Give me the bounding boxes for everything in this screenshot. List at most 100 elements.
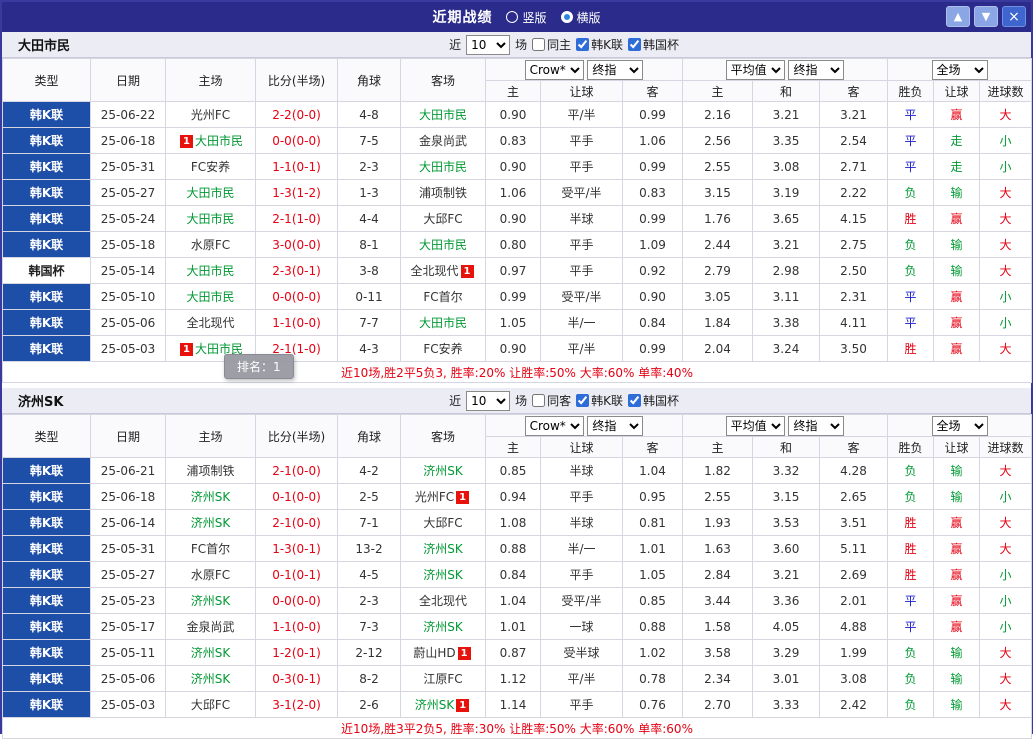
avg-away-cell: 2.54	[819, 127, 889, 154]
goals-cell: 小	[979, 613, 1033, 640]
league-cell: 韩K联	[2, 483, 91, 510]
avg-draw-cell: 3.24	[752, 335, 821, 362]
odds-provider-select[interactable]: Crow*	[524, 59, 584, 80]
avg-header-cell: 平均值 终指	[682, 58, 889, 81]
recent-count-select[interactable]: 10	[466, 390, 511, 411]
date-cell: 25-05-31	[90, 535, 166, 562]
home-team-cell: 大田市民	[165, 257, 256, 284]
korean-cup-checkbox[interactable]	[627, 394, 641, 407]
close-button[interactable]: ×	[1002, 6, 1026, 27]
k-league-checkbox[interactable]	[576, 38, 590, 51]
match-row: 韩K联 25-05-06 济州SK 0-3(0-1) 8-2 江原FC 1.12 平/半 0.7…	[2, 665, 1033, 692]
odds-final-select[interactable]: 终指	[587, 59, 644, 80]
panel-title: 近期战绩	[432, 10, 493, 26]
handicap-cell: 平/半	[540, 101, 623, 128]
layout-option-vertical[interactable]: 竖版	[506, 9, 547, 26]
same-venue-option[interactable]: 同主	[532, 36, 571, 53]
avg-away-cell: 5.11	[819, 535, 889, 562]
home-odds-cell: 0.80	[485, 231, 541, 258]
team-section-daejeon: 大田市民 近 10 场 同主 韩K联 韩国杯 类型 日期 主场 比分(半场) 角…	[1, 32, 1033, 383]
avg-away-cell: 2.42	[819, 691, 889, 718]
handicap-result-cell: 输	[933, 257, 981, 284]
scope-select[interactable]: 全场	[931, 415, 988, 436]
col-header-type: 类型	[2, 58, 91, 102]
home-team-cell: 大邱FC	[165, 691, 256, 718]
recent-results-panel: 近期战绩 竖版 横版 ▲ ▼ × 大田市民 近 10 场 同主 韩K联 韩国杯 …	[0, 0, 1033, 739]
home-odds-cell: 0.84	[485, 561, 541, 588]
away-team-cell: 浦项制铁	[400, 179, 486, 206]
same-venue-checkbox[interactable]	[532, 394, 546, 407]
avg-home-cell: 2.04	[682, 335, 754, 362]
avg-away-cell: 4.28	[819, 457, 889, 484]
score-cell: 1-1(0-0)	[255, 613, 338, 640]
korean-cup-option[interactable]: 韩国杯	[627, 392, 679, 409]
date-cell: 25-05-06	[90, 309, 166, 336]
team-name-text: 济州SK	[190, 594, 231, 608]
score-cell: 0-1(0-0)	[255, 483, 338, 510]
handicap-result-cell: 赢	[933, 613, 981, 640]
home-odds-cell: 0.90	[485, 335, 541, 362]
korean-cup-checkbox[interactable]	[627, 38, 641, 51]
layout-option-horizontal[interactable]: 横版	[560, 9, 601, 26]
rank-badge: 1	[456, 491, 470, 504]
k-league-option[interactable]: 韩K联	[576, 36, 623, 53]
handicap-result-cell: 赢	[933, 309, 981, 336]
avg-home-cell: 1.76	[682, 205, 754, 232]
away-team-cell: 金泉尚武	[400, 127, 486, 154]
away-team-cell: 济州SK	[400, 535, 486, 562]
result-cell: 胜	[887, 535, 935, 562]
same-venue-option[interactable]: 同客	[532, 392, 571, 409]
avg-draw-cell: 3.36	[752, 587, 821, 614]
away-team-cell: 江原FC	[400, 665, 486, 692]
radio-label-horizontal: 横版	[576, 10, 601, 25]
score-cell: 1-3(0-1)	[255, 535, 338, 562]
handicap-result-cell: 输	[933, 231, 981, 258]
avg-home-cell: 3.05	[682, 283, 754, 310]
result-cell: 负	[887, 483, 935, 510]
corners-cell: 7-7	[337, 309, 401, 336]
home-odds-cell: 1.01	[485, 613, 541, 640]
col-header-score: 比分(半场)	[255, 58, 338, 102]
team-name-text: 大邱FC	[190, 698, 231, 712]
goals-cell: 大	[979, 457, 1033, 484]
date-cell: 25-05-03	[90, 691, 166, 718]
result-cell: 负	[887, 257, 935, 284]
handicap-cell: 平手	[540, 153, 623, 180]
team-name-text: 光州FC	[190, 108, 231, 122]
avg-final-select[interactable]: 终指	[788, 415, 845, 436]
goals-cell: 大	[979, 639, 1033, 666]
team-name-text: 大田市民	[418, 108, 467, 122]
away-team-cell: 蔚山HD 1	[400, 639, 486, 666]
k-league-option[interactable]: 韩K联	[576, 392, 623, 409]
score-cell: 2-3(0-1)	[255, 257, 338, 284]
avg-away-cell: 2.71	[819, 153, 889, 180]
handicap-result-cell: 输	[933, 179, 981, 206]
recent-count-select[interactable]: 10	[466, 34, 511, 55]
date-cell: 25-06-18	[90, 483, 166, 510]
result-cell: 负	[887, 691, 935, 718]
corners-cell: 2-12	[337, 639, 401, 666]
scroll-up-button[interactable]: ▲	[946, 6, 970, 27]
scroll-down-button[interactable]: ▼	[974, 6, 998, 27]
score-cell: 3-0(0-0)	[255, 231, 338, 258]
avg-draw-cell: 3.19	[752, 179, 821, 206]
away-odds-cell: 0.90	[621, 283, 684, 310]
sub-col-avg-draw: 和	[752, 436, 821, 458]
korean-cup-option[interactable]: 韩国杯	[627, 36, 679, 53]
handicap-result-cell: 走	[933, 127, 981, 154]
same-venue-checkbox[interactable]	[532, 38, 546, 51]
home-team-cell: 浦项制铁	[165, 457, 256, 484]
odds-provider-select[interactable]: Crow*	[524, 415, 584, 436]
avg-source-select[interactable]: 平均值	[725, 59, 785, 80]
handicap-result-cell: 输	[933, 639, 981, 666]
odds-final-select[interactable]: 终指	[587, 415, 644, 436]
away-odds-cell: 0.78	[621, 665, 684, 692]
home-odds-cell: 1.05	[485, 309, 541, 336]
scope-select[interactable]: 全场	[931, 59, 988, 80]
avg-source-select[interactable]: 平均值	[725, 415, 785, 436]
avg-final-select[interactable]: 终指	[788, 59, 845, 80]
away-odds-cell: 0.99	[621, 153, 684, 180]
odds-header-cell: Crow* 终指	[484, 414, 684, 437]
k-league-checkbox[interactable]	[576, 394, 590, 407]
date-cell: 25-05-27	[90, 179, 166, 206]
